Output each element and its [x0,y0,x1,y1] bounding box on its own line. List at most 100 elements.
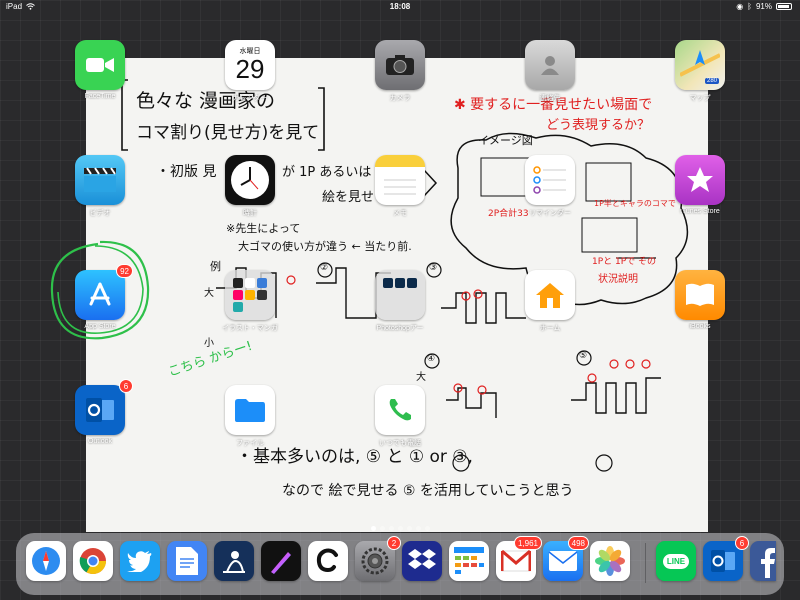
note-line6: ※先生によって [226,222,301,235]
page-dot[interactable] [388,526,394,531]
app-label: Photoshopアー [376,325,424,332]
app-facetime[interactable]: FaceTime [64,40,136,100]
app-home[interactable]: ホーム [514,270,586,333]
app-files[interactable]: ファイル [214,385,286,448]
dock-safari[interactable] [26,541,66,581]
dock-procreate[interactable] [261,541,301,581]
chrome-icon [79,548,107,575]
dock-settings[interactable]: 2 [355,536,401,581]
app-folder-photoshop[interactable]: Photoshopアー [364,270,436,333]
dock-clip-studio[interactable] [308,541,348,581]
app-outlook[interactable]: 6 Outlook [64,379,136,445]
appstore-icon: 92 [75,264,133,320]
outlook-icon [711,550,735,572]
app-ibooks[interactable]: iBooks [664,270,736,330]
app-reminders[interactable]: リマインダー [514,155,586,218]
kindle-icon [223,551,245,573]
app-badge: 6 [119,379,133,393]
dock-google-docs[interactable] [167,541,207,581]
dock: 2 1,961 498 LINE 6 [16,533,784,595]
folder-icon [375,270,425,320]
files-icon [225,385,275,435]
dock-calendar-app[interactable] [449,541,489,581]
battery-icon [776,3,792,10]
app-label: 連絡先 [539,95,561,102]
dock-separator [645,543,646,583]
app-label: ホーム [539,325,561,332]
dock-badge: 6 [735,536,749,550]
app-itunes-store[interactable]: iTunes Store [664,155,736,215]
phone-icon [375,385,425,435]
app-maps[interactable]: 280 マップ [664,40,736,103]
line-icon: LINE [662,553,690,569]
app-calendar[interactable]: 水曜日 29 カレンダー [214,40,286,103]
page-dot[interactable] [397,526,403,531]
note-summary2: なので 絵で見せる ⑤ を活用していこうと思う [282,483,574,499]
app-label: カレンダー [232,95,268,102]
note-line7: 大ゴマの使い方が違う ← 当たり前. [238,240,412,253]
itunes-icon [675,155,725,205]
maps-icon: 280 [675,40,725,90]
note-large1: 大 [204,288,214,299]
dock-outlook[interactable]: 6 [703,536,749,581]
mail-icon [548,551,578,571]
app-label: イラスト・マンガ [222,325,278,332]
app-label: iBooks [689,323,711,330]
dock-badge: 498 [567,536,589,550]
app-phone[interactable]: いつでも電話 [364,385,436,448]
camera-icon [375,40,425,90]
app-badge: 92 [116,264,133,278]
dock-line[interactable]: LINE [656,541,696,581]
app-label: カメラ [389,95,411,102]
notes-icon [375,155,425,205]
page-dot[interactable] [370,526,376,531]
orientation-lock-icon: ◉ [736,2,744,11]
dock-photos[interactable] [590,541,630,581]
home-icon [525,270,575,320]
twitter-icon [127,551,152,572]
facetime-icon [75,40,125,90]
app-label: ビデオ [89,210,111,217]
app-contacts[interactable]: 連絡先 [514,40,586,103]
app-app-store[interactable]: 92 App Store [64,264,136,330]
ibooks-icon [675,270,725,320]
dock-badge: 2 [387,536,401,550]
app-camera[interactable]: カメラ [364,40,436,103]
gmail-icon [501,549,531,572]
procreate-icon [271,552,291,574]
dock-kindle[interactable] [214,541,254,581]
photos-icon [595,546,625,576]
app-label: マップ [689,95,711,102]
videos-icon [75,155,125,205]
dock-mail[interactable]: 498 [543,536,589,581]
dock-dropbox[interactable] [402,541,442,581]
dock-twitter[interactable] [120,541,160,581]
app-folder-illust[interactable]: イラスト・マンガ [214,270,286,333]
dock-chrome[interactable] [73,541,113,581]
calendar-day: 29 [235,54,265,84]
page-dot[interactable] [415,526,421,531]
dock-gmail[interactable]: 1,961 [496,536,542,581]
note-red-line2: どう表現するか？ [546,118,651,133]
reminders-icon [525,155,575,205]
folder-icon [225,270,275,320]
marker-5: ⑤ [579,351,588,361]
note-image-caption: イメージ図 [478,134,533,147]
battery-percent: 91% [755,2,772,11]
app-clock[interactable]: 時計 [214,155,286,218]
clip-studio-icon [316,548,338,573]
app-videos[interactable]: ビデオ [64,155,136,218]
maps-sign: 280 [704,78,719,84]
note-line3: ・初版 見 [156,164,217,180]
dock-facebook[interactable] [750,541,776,581]
app-label: Outlook [87,438,113,445]
app-notes[interactable]: メモ [364,155,436,218]
page-dot[interactable] [406,526,412,531]
docs-icon [176,547,198,575]
dropbox-icon [408,549,436,569]
marker-4: ④ [427,354,436,364]
page-dot[interactable] [424,526,430,531]
calendar-grid-icon [454,547,484,574]
settings-icon [361,547,389,575]
page-dot[interactable] [379,526,385,531]
